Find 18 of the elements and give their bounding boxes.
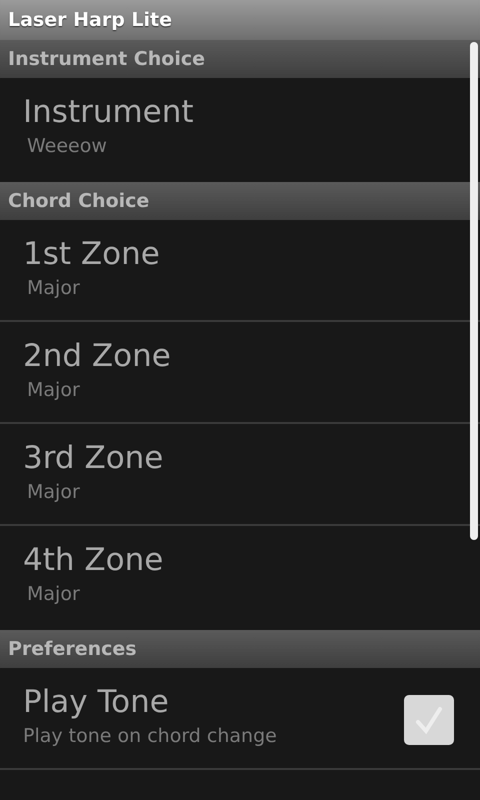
preference-title[interactable]: 4th Zone [23, 540, 164, 580]
preference-title[interactable]: Play Tone [23, 682, 169, 722]
window-title: Laser Harp Lite [0, 0, 480, 40]
preference-title[interactable]: 3rd Zone [23, 438, 164, 478]
preference-summary: Major [27, 582, 80, 607]
preference-title[interactable]: Instrument [23, 92, 194, 132]
scrollbar[interactable] [470, 42, 478, 540]
preference-summary: Major [27, 276, 80, 301]
checkbox[interactable] [404, 695, 454, 745]
preference-title[interactable]: 1st Zone [23, 234, 160, 274]
preference-summary: Major [27, 480, 80, 505]
preference-summary: Play tone on chord change [23, 724, 277, 749]
preference-title[interactable]: 2nd Zone [23, 336, 171, 376]
section-header: Preferences [8, 638, 137, 660]
section-header: Instrument Choice [8, 48, 205, 70]
preference-summary: Weeeow [27, 134, 107, 159]
preference-summary: Major [27, 378, 80, 403]
section-header: Chord Choice [8, 190, 150, 212]
